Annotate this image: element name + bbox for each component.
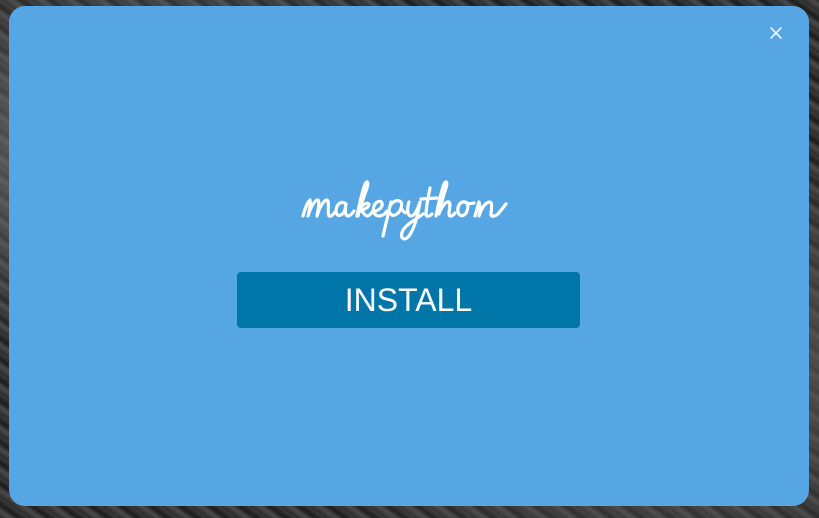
brand-logo bbox=[9, 174, 809, 244]
close-icon bbox=[770, 27, 782, 39]
close-button[interactable] bbox=[767, 24, 785, 42]
install-button[interactable]: INSTALL bbox=[237, 272, 580, 328]
makepython-logo bbox=[301, 180, 508, 241]
install-dialog: INSTALL bbox=[9, 6, 809, 506]
